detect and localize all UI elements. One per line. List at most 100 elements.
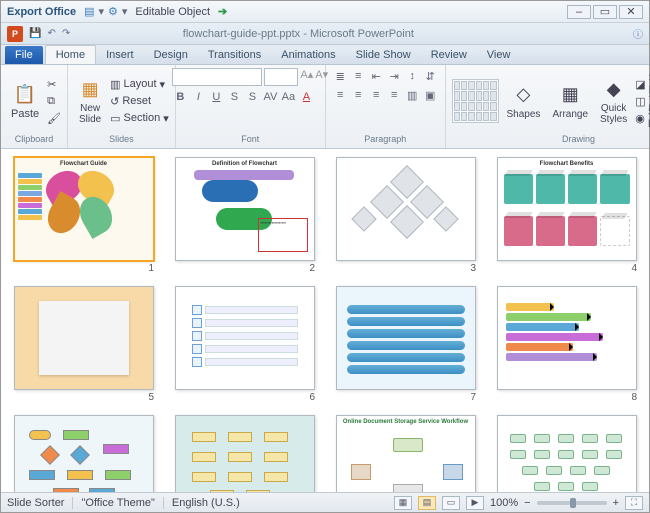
slide-thumb[interactable]: 6 [172, 286, 317, 403]
columns-icon[interactable]: ▥ [404, 87, 420, 103]
spacing-icon[interactable]: AV [262, 89, 278, 105]
zoom-out-button[interactable]: − [524, 497, 530, 509]
document-title: flowchart-guide-ppt.pptx - Microsoft Pow… [183, 28, 414, 40]
tab-file[interactable]: File [5, 46, 43, 64]
format-painter-button[interactable]: 🖌 [47, 110, 61, 126]
slide-thumb[interactable]: Definition of Flowchart ▪▪▪▪▪▪▪▪▪▪▪▪▪▪▪▪… [172, 157, 317, 274]
slide-thumb[interactable]: 10 [172, 415, 317, 492]
align-right-icon[interactable]: ≡ [368, 87, 384, 103]
save-icon[interactable]: 💾 [29, 28, 41, 39]
slide-thumb[interactable]: 7 [333, 286, 478, 403]
indent-icon[interactable]: ⇥ [386, 68, 402, 84]
tab-review[interactable]: Review [421, 46, 477, 64]
grow-font-icon[interactable]: A▴ [300, 68, 313, 86]
outline-icon: ◫ [635, 95, 645, 108]
section-button[interactable]: ▭Section ▾ [110, 110, 169, 126]
outdent-icon[interactable]: ⇤ [368, 68, 384, 84]
reset-icon: ↺ [110, 95, 119, 108]
justify-icon[interactable]: ≡ [386, 87, 402, 103]
bullets-icon[interactable]: ≣ [332, 68, 348, 84]
cut-button[interactable]: ✂ [47, 76, 61, 92]
undo-icon[interactable]: ↶ [47, 28, 55, 39]
editable-object-label: Editable Object [135, 6, 210, 18]
tab-insert[interactable]: Insert [96, 46, 144, 64]
normal-view-button[interactable]: ▦ [394, 496, 412, 510]
chevron-down-icon[interactable]: ▾ [122, 5, 128, 18]
brush-icon: 🖌 [47, 112, 61, 125]
zoom-slider[interactable] [537, 501, 607, 505]
zoom-in-button[interactable]: + [613, 497, 619, 509]
tab-view[interactable]: View [477, 46, 521, 64]
go-arrow-icon[interactable]: ➔ [218, 5, 227, 18]
minimize-button[interactable]: – [567, 5, 591, 19]
group-drawing: ◇Shapes ▦Arrange ◆Quick Styles ◪Shape Fi… [446, 65, 650, 148]
case-icon[interactable]: Aa [280, 89, 296, 105]
group-paragraph: ≣ ≡ ⇤ ⇥ ↕ ⇵ ≡ ≡ ≡ ≡ ▥ ▣ Paragraph [326, 65, 446, 148]
font-family-select[interactable] [172, 68, 262, 86]
font-color-icon[interactable]: A [298, 89, 314, 105]
font-size-select[interactable] [264, 68, 298, 86]
chevron-down-icon[interactable]: ▾ [98, 5, 104, 18]
tab-home[interactable]: Home [45, 45, 96, 64]
line-spacing-icon[interactable]: ↕ [404, 68, 420, 84]
page-icon[interactable]: ▤ [84, 5, 94, 18]
slideshow-view-button[interactable]: ▶ [466, 496, 484, 510]
qat-export-icons[interactable]: ▤ ▾ ⚙ ▾ [84, 5, 127, 18]
smartart-icon[interactable]: ▣ [422, 87, 438, 103]
slide-thumb[interactable]: 8 [494, 286, 639, 403]
new-slide-icon: ▦ [78, 77, 102, 101]
slide-thumb[interactable]: Online Document Storage Service Workflow… [333, 415, 478, 492]
underline-icon[interactable]: U [208, 89, 224, 105]
shape-effects-button[interactable]: ◉Shape Effects ▾ [635, 110, 650, 126]
effects-icon: ◉ [635, 112, 645, 125]
gear-icon[interactable]: ⚙ [108, 5, 118, 18]
text-direction-icon[interactable]: ⇵ [422, 68, 438, 84]
strike-icon[interactable]: S [226, 89, 242, 105]
app-title: Export Office [7, 6, 76, 18]
copy-button[interactable]: ⧉ [47, 93, 61, 109]
tab-animations[interactable]: Animations [271, 46, 345, 64]
new-slide-button[interactable]: ▦ New Slide [74, 75, 106, 127]
group-clipboard: 📋 Paste ✂ ⧉ 🖌 Clipboard [1, 65, 68, 148]
reset-button[interactable]: ↺Reset [110, 93, 169, 109]
window-controls: – ▭ ✕ [567, 5, 643, 19]
clipboard-icon: 📋 [13, 82, 37, 106]
numbering-icon[interactable]: ≡ [350, 68, 366, 84]
align-left-icon[interactable]: ≡ [332, 87, 348, 103]
slide-thumb[interactable]: 5 [11, 286, 156, 403]
slide-sorter-view[interactable]: Flowchart Guide 1 Definition of Flowchar… [1, 149, 649, 492]
slide-thumb[interactable]: Flowchart Guide 1 [11, 157, 156, 274]
status-bar: Slide Sorter "Office Theme" English (U.S… [1, 492, 649, 512]
sorter-view-button[interactable]: ▤ [418, 496, 436, 510]
slide-thumb[interactable]: 9 [11, 415, 156, 492]
help-icon[interactable]: ⓘ [633, 26, 643, 41]
status-theme: "Office Theme" [81, 497, 154, 509]
slide-thumb[interactable]: Flowchart Benefits 4 [494, 157, 639, 274]
close-button[interactable]: ✕ [619, 5, 643, 19]
tab-slideshow[interactable]: Slide Show [346, 46, 421, 64]
italic-icon[interactable]: I [190, 89, 206, 105]
redo-icon[interactable]: ↷ [62, 28, 70, 39]
tab-design[interactable]: Design [144, 46, 198, 64]
reading-view-button[interactable]: ▭ [442, 496, 460, 510]
quick-styles-button[interactable]: ◆Quick Styles [596, 75, 631, 127]
maximize-button[interactable]: ▭ [593, 5, 617, 19]
align-center-icon[interactable]: ≡ [350, 87, 366, 103]
paste-button[interactable]: 📋 Paste [7, 80, 43, 122]
ribbon-tabs: File Home Insert Design Transitions Anim… [1, 45, 649, 65]
quick-styles-icon: ◆ [602, 77, 626, 101]
shapes-button[interactable]: ◇Shapes [503, 81, 545, 122]
slide-thumb[interactable]: 3 [333, 157, 478, 274]
layout-button[interactable]: ▥Layout ▾ [110, 76, 169, 92]
shapes-gallery[interactable] [452, 79, 499, 123]
bold-icon[interactable]: B [172, 89, 188, 105]
shadow-icon[interactable]: S [244, 89, 260, 105]
powerpoint-icon[interactable]: P [7, 26, 23, 42]
fit-to-window-button[interactable]: ⛶ [625, 496, 643, 510]
copy-icon: ⧉ [47, 95, 55, 108]
arrange-button[interactable]: ▦Arrange [548, 81, 592, 122]
slide-thumb[interactable]: 12 [494, 415, 639, 492]
app-titlebar: Export Office ▤ ▾ ⚙ ▾ Editable Object ➔ … [1, 1, 649, 23]
status-language[interactable]: English (U.S.) [172, 497, 240, 509]
tab-transitions[interactable]: Transitions [198, 46, 271, 64]
